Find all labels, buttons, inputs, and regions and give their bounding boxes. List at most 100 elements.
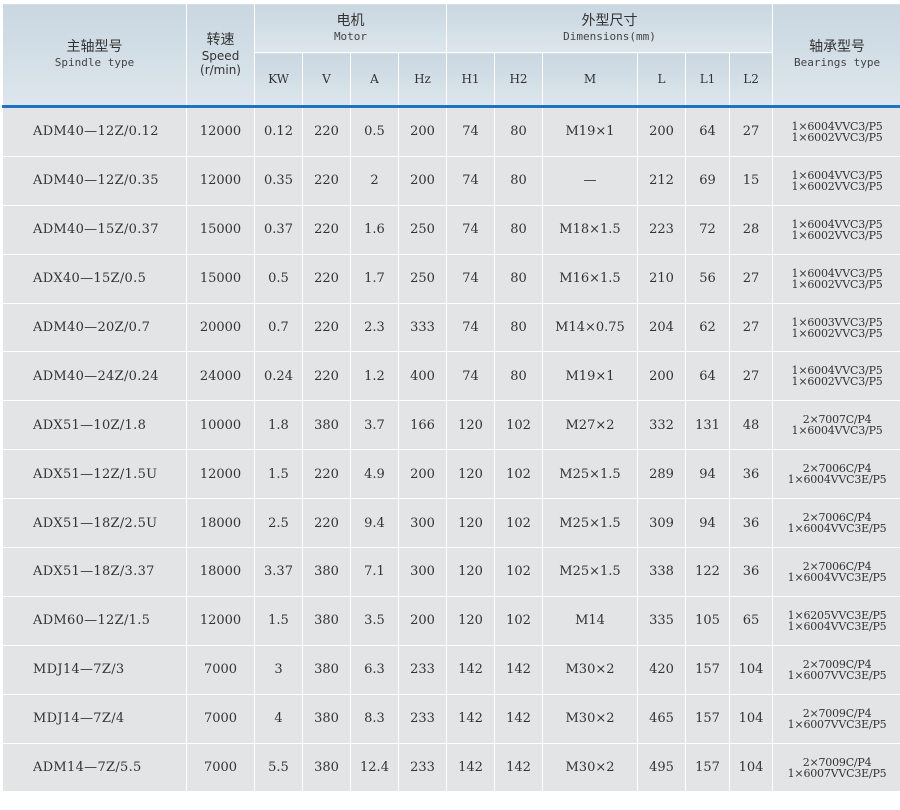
h2-cell: 80 [495, 205, 543, 254]
length-l-cell: 200 [638, 352, 686, 401]
header-l1: L1 [686, 53, 730, 107]
voltage-cell: 220 [303, 205, 351, 254]
voltage-cell: 220 [303, 303, 351, 352]
table-row: ADX51—10Z/1.8100001.83803.7166120102M27×… [3, 401, 900, 450]
length-l1-cell: 56 [686, 254, 730, 303]
h2-cell: 80 [495, 107, 543, 157]
h1-cell: 74 [447, 254, 495, 303]
model-cell: ADX40—15Z/0.5 [3, 254, 187, 303]
model-cell: ADX51—10Z/1.8 [3, 401, 187, 450]
frequency-cell: 233 [399, 743, 447, 792]
table-header: 主轴型号 Spindle type 转速 Speed (r/min) 电机 Mo… [3, 4, 900, 107]
bearings-cell: 2×7009C/P41×6007VVC3E/P5 [773, 694, 900, 743]
speed-cell: 12000 [187, 596, 255, 645]
thread-m-cell: M30×2 [543, 645, 638, 694]
bearings-cell: 2×7006C/P41×6004VVC3E/P5 [773, 450, 900, 499]
header-h2: H2 [495, 53, 543, 107]
length-l2-cell: 65 [730, 596, 773, 645]
h2-cell: 80 [495, 254, 543, 303]
bearings-cell: 2×7009C/P41×6007VVC3E/P5 [773, 743, 900, 792]
bearings-cell: 2×7007C/P41×6004VVC3/P5 [773, 401, 900, 450]
frequency-cell: 400 [399, 352, 447, 401]
bearings-cell: 2×7009C/P41×6007VVC3E/P5 [773, 645, 900, 694]
speed-cell: 7000 [187, 743, 255, 792]
h2-cell: 102 [495, 596, 543, 645]
table-row: ADM14—7Z/5.570005.538012.4233142142M30×2… [3, 743, 900, 792]
thread-m-cell: M27×2 [543, 401, 638, 450]
kw-cell: 0.37 [255, 205, 303, 254]
table-row: ADM60—12Z/1.5120001.53803.5200120102M143… [3, 596, 900, 645]
speed-cell: 15000 [187, 254, 255, 303]
model-cell: ADM40—12Z/0.12 [3, 107, 187, 157]
length-l2-cell: 36 [730, 548, 773, 597]
length-l1-cell: 72 [686, 205, 730, 254]
thread-m-cell: — [543, 156, 638, 205]
bearings-cell: 1×6004VVC3/P51×6002VVC3/P5 [773, 205, 900, 254]
h2-cell: 102 [495, 548, 543, 597]
bearings-cell: 1×6004VVC3/P51×6002VVC3/P5 [773, 254, 900, 303]
voltage-cell: 380 [303, 645, 351, 694]
bearings-cell: 1×6205VVC3E/P51×6004VVC3E/P5 [773, 596, 900, 645]
model-cell: ADM40—24Z/0.24 [3, 352, 187, 401]
h1-cell: 120 [447, 548, 495, 597]
length-l-cell: 338 [638, 548, 686, 597]
frequency-cell: 233 [399, 645, 447, 694]
length-l2-cell: 27 [730, 303, 773, 352]
thread-m-cell: M14 [543, 596, 638, 645]
speed-cell: 7000 [187, 694, 255, 743]
header-v: V [303, 53, 351, 107]
current-cell: 2.3 [351, 303, 399, 352]
length-l-cell: 332 [638, 401, 686, 450]
kw-cell: 1.8 [255, 401, 303, 450]
current-cell: 1.6 [351, 205, 399, 254]
h2-cell: 142 [495, 694, 543, 743]
table-row: ADX51—18Z/3.37180003.373807.1300120102M2… [3, 548, 900, 597]
bearings-cell: 1×6004VVC3/P51×6002VVC3/P5 [773, 107, 900, 157]
bearings-cell: 2×7006C/P41×6004VVC3E/P5 [773, 499, 900, 548]
bearing-line: 1×6007VVC3E/P5 [773, 670, 900, 681]
bearings-cell: 1×6004VVC3/P51×6002VVC3/P5 [773, 352, 900, 401]
length-l1-cell: 157 [686, 694, 730, 743]
bearing-line: 2×7009C/P4 [773, 757, 900, 768]
h1-cell: 74 [447, 352, 495, 401]
table-row: ADX40—15Z/0.5150000.52201.72507480M16×1.… [3, 254, 900, 303]
table-row: ADX51—12Z/1.5U120001.52204.9200120102M25… [3, 450, 900, 499]
current-cell: 1.2 [351, 352, 399, 401]
speed-cell: 15000 [187, 205, 255, 254]
thread-m-cell: M16×1.5 [543, 254, 638, 303]
length-l-cell: 204 [638, 303, 686, 352]
current-cell: 1.7 [351, 254, 399, 303]
h1-cell: 142 [447, 694, 495, 743]
kw-cell: 0.12 [255, 107, 303, 157]
bearing-line: 1×6007VVC3E/P5 [773, 768, 900, 779]
bearing-line: 1×6002VVC3/P5 [773, 328, 900, 339]
model-cell: ADX51—18Z/2.5U [3, 499, 187, 548]
frequency-cell: 166 [399, 401, 447, 450]
kw-cell: 3.37 [255, 548, 303, 597]
model-cell: ADM40—15Z/0.37 [3, 205, 187, 254]
length-l-cell: 465 [638, 694, 686, 743]
header-hz: Hz [399, 53, 447, 107]
bearing-line: 1×6004VVC3E/P5 [773, 621, 900, 632]
model-cell: ADM14—7Z/5.5 [3, 743, 187, 792]
length-l-cell: 495 [638, 743, 686, 792]
h1-cell: 74 [447, 156, 495, 205]
length-l1-cell: 64 [686, 107, 730, 157]
frequency-cell: 200 [399, 596, 447, 645]
frequency-cell: 300 [399, 499, 447, 548]
h2-cell: 102 [495, 499, 543, 548]
speed-cell: 12000 [187, 107, 255, 157]
h1-cell: 74 [447, 303, 495, 352]
h2-cell: 142 [495, 743, 543, 792]
table-body: ADM40—12Z/0.12120000.122200.52007480M19×… [3, 107, 900, 792]
voltage-cell: 220 [303, 107, 351, 157]
header-bearings-type: 轴承型号 Bearings type [773, 4, 900, 107]
frequency-cell: 200 [399, 107, 447, 157]
thread-m-cell: M19×1 [543, 352, 638, 401]
header-a: A [351, 53, 399, 107]
bearing-line: 1×6004VVC3E/P5 [773, 523, 900, 534]
bearing-line: 1×6007VVC3E/P5 [773, 719, 900, 730]
current-cell: 4.9 [351, 450, 399, 499]
bearing-line: 1×6004VVC3/P5 [773, 268, 900, 279]
length-l2-cell: 104 [730, 743, 773, 792]
